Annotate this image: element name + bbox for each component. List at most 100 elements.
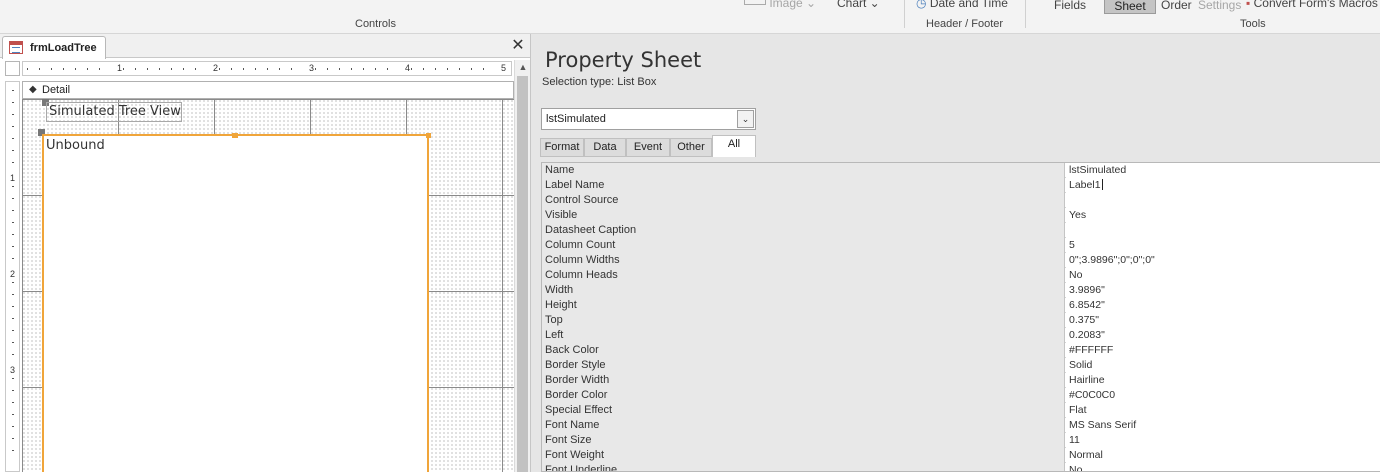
ruler-tick bbox=[351, 68, 352, 70]
property-name: Column Count bbox=[542, 238, 1065, 253]
property-row[interactable]: Label Name Label1 bbox=[542, 178, 1380, 193]
property-row[interactable]: Border Style Solid bbox=[542, 358, 1380, 373]
property-value[interactable]: Solid bbox=[1066, 358, 1380, 373]
ruler-number: 3 bbox=[309, 63, 315, 73]
property-value[interactable]: 11 bbox=[1066, 433, 1380, 448]
property-value[interactable]: No bbox=[1066, 463, 1380, 471]
property-row[interactable]: Special Effect Flat bbox=[542, 403, 1380, 418]
property-value[interactable]: Normal bbox=[1066, 448, 1380, 463]
vertical-scrollbar[interactable]: ▲ bbox=[514, 60, 530, 472]
property-row[interactable]: Column Heads No bbox=[542, 268, 1380, 283]
tab-data[interactable]: Data bbox=[584, 138, 626, 157]
property-row[interactable]: Font Size 11 bbox=[542, 433, 1380, 448]
property-value[interactable]: MS Sans Serif bbox=[1066, 418, 1380, 433]
property-row[interactable]: Font Underline No bbox=[542, 463, 1380, 471]
property-value[interactable]: Flat bbox=[1066, 403, 1380, 418]
control-selector-dropdown[interactable]: lstSimulated ⌄ bbox=[541, 108, 756, 130]
property-value[interactable]: lstSimulated bbox=[1066, 163, 1380, 178]
image-label: Image bbox=[769, 0, 803, 10]
convert-macros-label: Convert Form's Macros bbox=[1253, 0, 1378, 10]
ruler-tick bbox=[12, 234, 14, 235]
property-row[interactable]: Font Weight Normal bbox=[542, 448, 1380, 463]
property-row[interactable]: Height 6.8542" bbox=[542, 298, 1380, 313]
tab-event[interactable]: Event bbox=[626, 138, 670, 157]
list-box-text: Unbound bbox=[46, 138, 105, 153]
detail-section-bar[interactable]: ◆ Detail bbox=[22, 81, 514, 99]
form-selector[interactable] bbox=[5, 61, 20, 76]
list-box-control[interactable]: Unbound bbox=[42, 133, 431, 472]
vertical-ruler[interactable]: 1 2 3 bbox=[5, 81, 20, 472]
property-value[interactable]: 6.8542" bbox=[1066, 298, 1380, 313]
scrollbar-thumb[interactable] bbox=[517, 76, 528, 472]
property-name: Border Style bbox=[542, 358, 1065, 373]
ruler-tick bbox=[267, 68, 268, 70]
property-value[interactable]: 0.375" bbox=[1066, 313, 1380, 328]
ruler-tick bbox=[12, 150, 14, 151]
ruler-tick bbox=[363, 68, 364, 70]
ruler-tick bbox=[12, 222, 14, 223]
chevron-down-icon[interactable]: ⌄ bbox=[737, 110, 754, 128]
ruler-tick bbox=[12, 210, 14, 211]
tab-order-button[interactable]: Order bbox=[1161, 0, 1192, 12]
ruler-tick bbox=[12, 330, 14, 331]
chart-button[interactable]: Chart ⌄ bbox=[837, 0, 880, 10]
ruler-tick bbox=[12, 402, 14, 403]
add-fields-button[interactable]: Fields bbox=[1054, 0, 1086, 12]
property-value[interactable]: Label1 bbox=[1066, 178, 1380, 193]
property-row[interactable]: Name lstSimulated bbox=[542, 163, 1380, 178]
close-icon[interactable]: ✕ bbox=[510, 38, 526, 54]
property-row[interactable]: Left 0.2083" bbox=[542, 328, 1380, 343]
resize-handle[interactable] bbox=[232, 133, 238, 138]
property-row[interactable]: Border Width Hairline bbox=[542, 373, 1380, 388]
property-value[interactable]: 3.9896" bbox=[1066, 283, 1380, 298]
document-tab[interactable]: frmLoadTree bbox=[2, 36, 106, 59]
property-value[interactable]: 5 bbox=[1066, 238, 1380, 253]
property-name: Font Underline bbox=[542, 463, 1065, 471]
ruler-tick bbox=[327, 68, 328, 70]
property-row[interactable]: Font Name MS Sans Serif bbox=[542, 418, 1380, 433]
ruler-tick bbox=[12, 114, 14, 115]
tab-format[interactable]: Format bbox=[540, 138, 584, 157]
ruler-tick bbox=[471, 68, 472, 70]
property-row[interactable]: Column Count 5 bbox=[542, 238, 1380, 253]
property-value[interactable]: Hairline bbox=[1066, 373, 1380, 388]
property-row[interactable]: Column Widths 0";3.9896";0";0";0" bbox=[542, 253, 1380, 268]
property-value[interactable]: Yes bbox=[1066, 208, 1380, 223]
property-sheet-button[interactable]: Sheet bbox=[1104, 0, 1156, 14]
property-row[interactable]: Border Color #C0C0C0 bbox=[542, 388, 1380, 403]
resize-handle[interactable] bbox=[426, 133, 431, 138]
property-row[interactable]: Width 3.9896" bbox=[542, 283, 1380, 298]
property-row[interactable]: Control Source bbox=[542, 193, 1380, 208]
property-row[interactable]: Datasheet Caption bbox=[542, 223, 1380, 238]
scroll-up-icon[interactable]: ▲ bbox=[516, 60, 530, 74]
property-name: Border Width bbox=[542, 373, 1065, 388]
property-value[interactable]: #C0C0C0 bbox=[1066, 388, 1380, 403]
ruler-tick bbox=[12, 186, 14, 187]
property-row[interactable]: Top 0.375" bbox=[542, 313, 1380, 328]
label-control[interactable]: Simulated Tree View bbox=[46, 102, 182, 122]
ruler-number: 3 bbox=[10, 365, 16, 375]
property-value[interactable] bbox=[1066, 223, 1380, 238]
group-label-header-footer: Header / Footer bbox=[926, 18, 1004, 30]
image-button[interactable]: Image ⌄ bbox=[744, 0, 816, 10]
property-value[interactable]: #FFFFFF bbox=[1066, 343, 1380, 358]
group-label-controls: Controls bbox=[355, 18, 396, 30]
property-value[interactable]: No bbox=[1066, 268, 1380, 283]
document-tab-strip: frmLoadTree ✕ bbox=[0, 34, 530, 59]
convert-macros-button[interactable]: ▪ Convert Form's Macros bbox=[1246, 0, 1378, 10]
ruler-number: 4 bbox=[405, 63, 411, 73]
property-row[interactable]: Back Color #FFFFFF bbox=[542, 343, 1380, 358]
property-value[interactable]: 0.2083" bbox=[1066, 328, 1380, 343]
property-row[interactable]: Visible Yes bbox=[542, 208, 1380, 223]
ribbon-separator bbox=[904, 0, 905, 28]
tab-all[interactable]: All bbox=[712, 135, 756, 157]
tab-other[interactable]: Other bbox=[670, 138, 712, 157]
settings-button[interactable]: Settings bbox=[1198, 0, 1241, 12]
property-value[interactable]: 0";3.9896";0";0";0" bbox=[1066, 253, 1380, 268]
property-value[interactable] bbox=[1066, 193, 1380, 208]
ruler-tick bbox=[147, 68, 148, 70]
date-time-button[interactable]: ◷ Date and Time bbox=[916, 0, 1008, 10]
property-name: Column Heads bbox=[542, 268, 1065, 283]
property-name: Width bbox=[542, 283, 1065, 298]
horizontal-ruler[interactable]: 1 2 3 4 5 bbox=[22, 61, 512, 76]
